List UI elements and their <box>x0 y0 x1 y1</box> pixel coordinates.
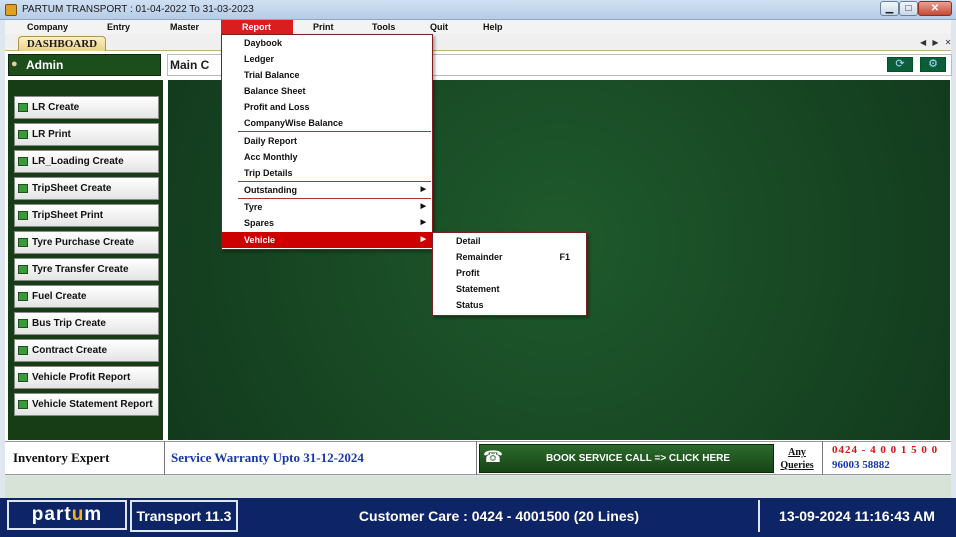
tripsheet-print-button[interactable]: TripSheet Print <box>14 204 159 227</box>
vehicle-statement-report-button[interactable]: Vehicle Statement Report <box>14 393 159 416</box>
tyre-transfer-create-button[interactable]: Tyre Transfer Create <box>14 258 159 281</box>
document-icon <box>18 157 28 166</box>
menu-item-trip-details[interactable]: Trip Details <box>222 165 432 181</box>
vehicle-profit-report-button[interactable]: Vehicle Profit Report <box>14 366 159 389</box>
admin-panel-header: Admin <box>8 54 161 76</box>
tab-strip <box>5 34 951 51</box>
document-icon <box>18 265 28 274</box>
menu-entry[interactable]: Entry <box>101 20 136 34</box>
menu-item-trial-balance[interactable]: Trial Balance <box>222 67 432 83</box>
gear-icon[interactable]: ⚙ <box>920 58 946 71</box>
contract-create-button[interactable]: Contract Create <box>14 339 159 362</box>
divider <box>476 441 477 475</box>
tyre-purchase-create-button[interactable]: Tyre Purchase Create <box>14 231 159 254</box>
window-title: PARTUM TRANSPORT : 01-04-2022 To 31-03-2… <box>22 4 254 15</box>
menu-item-tyre[interactable]: Tyre ▶ <box>222 199 432 215</box>
book-service-call-label[interactable]: BOOK SERVICE CALL => CLICK HERE <box>510 453 766 464</box>
menu-item-companywise-balance[interactable]: CompanyWise Balance <box>222 115 432 131</box>
spacer-bar <box>5 476 951 498</box>
support-phone-mobile: 96003 58882 <box>832 459 890 471</box>
menu-company[interactable]: Company <box>21 20 74 34</box>
tab-dashboard[interactable]: DASHBOARD <box>18 36 106 52</box>
menu-item-vehicle[interactable]: Vehicle ▶ <box>222 232 432 248</box>
shortcut-label: F1 <box>559 252 570 262</box>
warranty-text: Service Warranty Upto 31-12-2024 <box>171 450 364 465</box>
document-icon <box>18 319 28 328</box>
any-queries-link[interactable]: Any Queries <box>780 446 814 472</box>
fuel-create-button[interactable]: Fuel Create <box>14 285 159 308</box>
user-icon: ● <box>11 58 18 70</box>
customer-care-text: Customer Care : 0424 - 4001500 (20 Lines… <box>358 508 640 524</box>
menu-divider <box>238 131 431 132</box>
submenu-arrow-icon: ▶ <box>420 186 426 193</box>
lr-loading-create-button[interactable]: LR_Loading Create <box>14 150 159 173</box>
submenu-item-profit[interactable]: Profit <box>433 265 585 281</box>
menu-master[interactable]: Master <box>164 20 205 34</box>
current-datetime: 13-09-2024 11:16:43 AM <box>779 508 935 524</box>
refresh-icon[interactable]: ⟳ <box>887 58 913 71</box>
menu-tools[interactable]: Tools <box>366 20 401 34</box>
product-name: Inventory Expert <box>13 450 110 465</box>
menu-item-daybook[interactable]: Daybook <box>222 35 432 51</box>
menu-help[interactable]: Help <box>477 20 509 34</box>
bus-trip-create-button[interactable]: Bus Trip Create <box>14 312 159 335</box>
document-icon <box>18 238 28 247</box>
submenu-arrow-icon: ▶ <box>420 219 426 226</box>
menu-item-profit-and-loss[interactable]: Profit and Loss <box>222 99 432 115</box>
partum-logo: partum <box>7 500 127 530</box>
document-icon <box>18 346 28 355</box>
divider <box>822 441 823 475</box>
menu-quit[interactable]: Quit <box>424 20 454 34</box>
submenu-item-detail[interactable]: Detail <box>433 233 585 249</box>
submenu-item-status[interactable]: Status <box>433 297 585 313</box>
lr-print-button[interactable]: LR Print <box>14 123 159 146</box>
submenu-arrow-icon: ▶ <box>420 203 426 210</box>
menu-item-acc-monthly[interactable]: Acc Monthly <box>222 149 432 165</box>
document-icon <box>18 373 28 382</box>
support-phone-landline: 0424 - 4 0 0 1 5 0 0 <box>832 444 939 456</box>
maximize-icon[interactable]: □ <box>899 1 918 16</box>
document-icon <box>18 103 28 112</box>
lr-create-button[interactable]: LR Create <box>14 96 159 119</box>
document-icon <box>18 400 28 409</box>
app-version: Transport 11.3 <box>130 500 238 532</box>
submenu-item-remainder[interactable]: Remainder F1 <box>433 249 585 265</box>
close-icon[interactable]: ✕ <box>918 1 952 16</box>
menu-report[interactable]: Report <box>221 20 293 34</box>
document-icon <box>18 130 28 139</box>
tab-nav-arrows[interactable]: ◀ ▶ ✕ <box>920 38 953 47</box>
divider <box>164 441 165 475</box>
menu-item-balance-sheet[interactable]: Balance Sheet <box>222 83 432 99</box>
main-panel-title: Main C <box>170 58 210 72</box>
app-icon <box>5 4 17 16</box>
document-icon <box>18 292 28 301</box>
minimize-icon[interactable]: ▁ <box>880 1 899 16</box>
menu-print[interactable]: Print <box>307 20 340 34</box>
support-agent-icon[interactable]: ☎ <box>482 447 504 469</box>
menu-item-ledger[interactable]: Ledger <box>222 51 432 67</box>
divider <box>758 500 760 532</box>
submenu-arrow-icon: ▶ <box>420 236 426 243</box>
menu-item-spares[interactable]: Spares ▶ <box>222 215 432 231</box>
menu-item-daily-report[interactable]: Daily Report <box>222 133 432 149</box>
submenu-item-statement[interactable]: Statement <box>433 281 585 297</box>
document-icon <box>18 211 28 220</box>
document-icon <box>18 184 28 193</box>
tripsheet-create-button[interactable]: TripSheet Create <box>14 177 159 200</box>
menu-item-outstanding[interactable]: Outstanding ▶ <box>222 182 432 198</box>
